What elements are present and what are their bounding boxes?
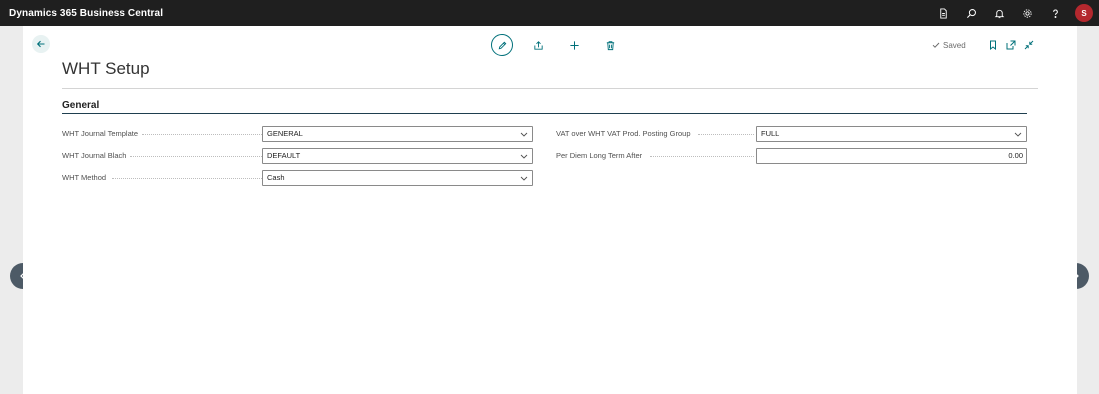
chevron-down-icon [520,176,528,181]
field-label: WHT Journal Blach [62,151,127,160]
field-value: GENERAL [267,129,303,138]
open-in-new-window-button[interactable] [1002,38,1020,52]
share-button[interactable] [520,34,556,56]
field-value: DEFAULT [267,151,301,160]
delete-button[interactable] [592,34,628,56]
saved-indicator: Saved [932,41,966,50]
field-label: WHT Method [62,173,107,182]
plus-icon [569,40,579,50]
chevron-down-icon [520,154,528,159]
arrow-left-icon [36,40,45,48]
bell-icon[interactable] [985,0,1013,26]
field-value: Cash [267,173,285,182]
field-value: 0.00 [1008,151,1023,160]
help-icon[interactable] [1041,0,1069,26]
field-wht-journal-template: WHT Journal Template GENERAL [62,125,534,142]
chevron-down-icon [520,132,528,137]
label-leader [142,134,282,135]
topbar-icons: S [929,0,1099,26]
collapse-icon [1024,40,1034,50]
open-new-window-icon [1006,40,1016,50]
gear-icon[interactable] [1013,0,1041,26]
document-icon[interactable] [929,0,957,26]
collapse-button[interactable] [1020,38,1038,52]
page-title: WHT Setup [62,59,150,78]
label-leader [130,156,270,157]
title-divider [62,88,1038,89]
label-leader [650,156,754,157]
label-leader [112,178,262,179]
share-icon [533,40,543,50]
field-per-diem: Per Diem Long Term After 0.00 [556,147,1028,164]
chevron-down-icon [1014,132,1022,137]
action-bar [484,34,628,56]
field-label: WHT Journal Template [62,129,139,138]
app-title[interactable]: Dynamics 365 Business Central [9,8,163,19]
top-bar: Dynamics 365 Business Central S [0,0,1099,26]
saved-label: Saved [943,40,966,50]
page-card: Saved WHT Setup General WHT Journal Temp… [23,26,1077,394]
per-diem-input[interactable]: 0.00 [756,147,1027,164]
field-vat-over-wht: VAT over WHT VAT Prod. Posting Group FUL… [556,125,1028,142]
section-divider [62,113,1027,114]
page-status-bar: Saved [932,38,1038,52]
pencil-icon [498,41,506,49]
back-button[interactable] [32,35,50,53]
label-leader [698,134,754,135]
field-wht-journal-batch: WHT Journal Blach DEFAULT [62,147,534,164]
bookmark-button[interactable] [984,38,1002,52]
field-label: Per Diem Long Term After [556,151,643,160]
vat-over-wht-select[interactable]: FULL [756,125,1027,142]
wht-journal-template-select[interactable]: GENERAL [262,125,533,142]
wht-method-select[interactable]: Cash [262,169,533,186]
search-icon[interactable] [957,0,985,26]
bookmark-icon [989,40,996,50]
avatar[interactable]: S [1075,4,1093,22]
checkmark-icon [932,42,940,48]
field-value: FULL [761,129,780,138]
new-button[interactable] [556,34,592,56]
field-wht-method: WHT Method Cash [62,169,534,186]
section-title-general[interactable]: General [62,100,99,111]
edit-button[interactable] [484,34,520,56]
trash-icon [606,40,614,50]
wht-journal-batch-select[interactable]: DEFAULT [262,147,533,164]
field-label: VAT over WHT VAT Prod. Posting Group [556,129,691,138]
